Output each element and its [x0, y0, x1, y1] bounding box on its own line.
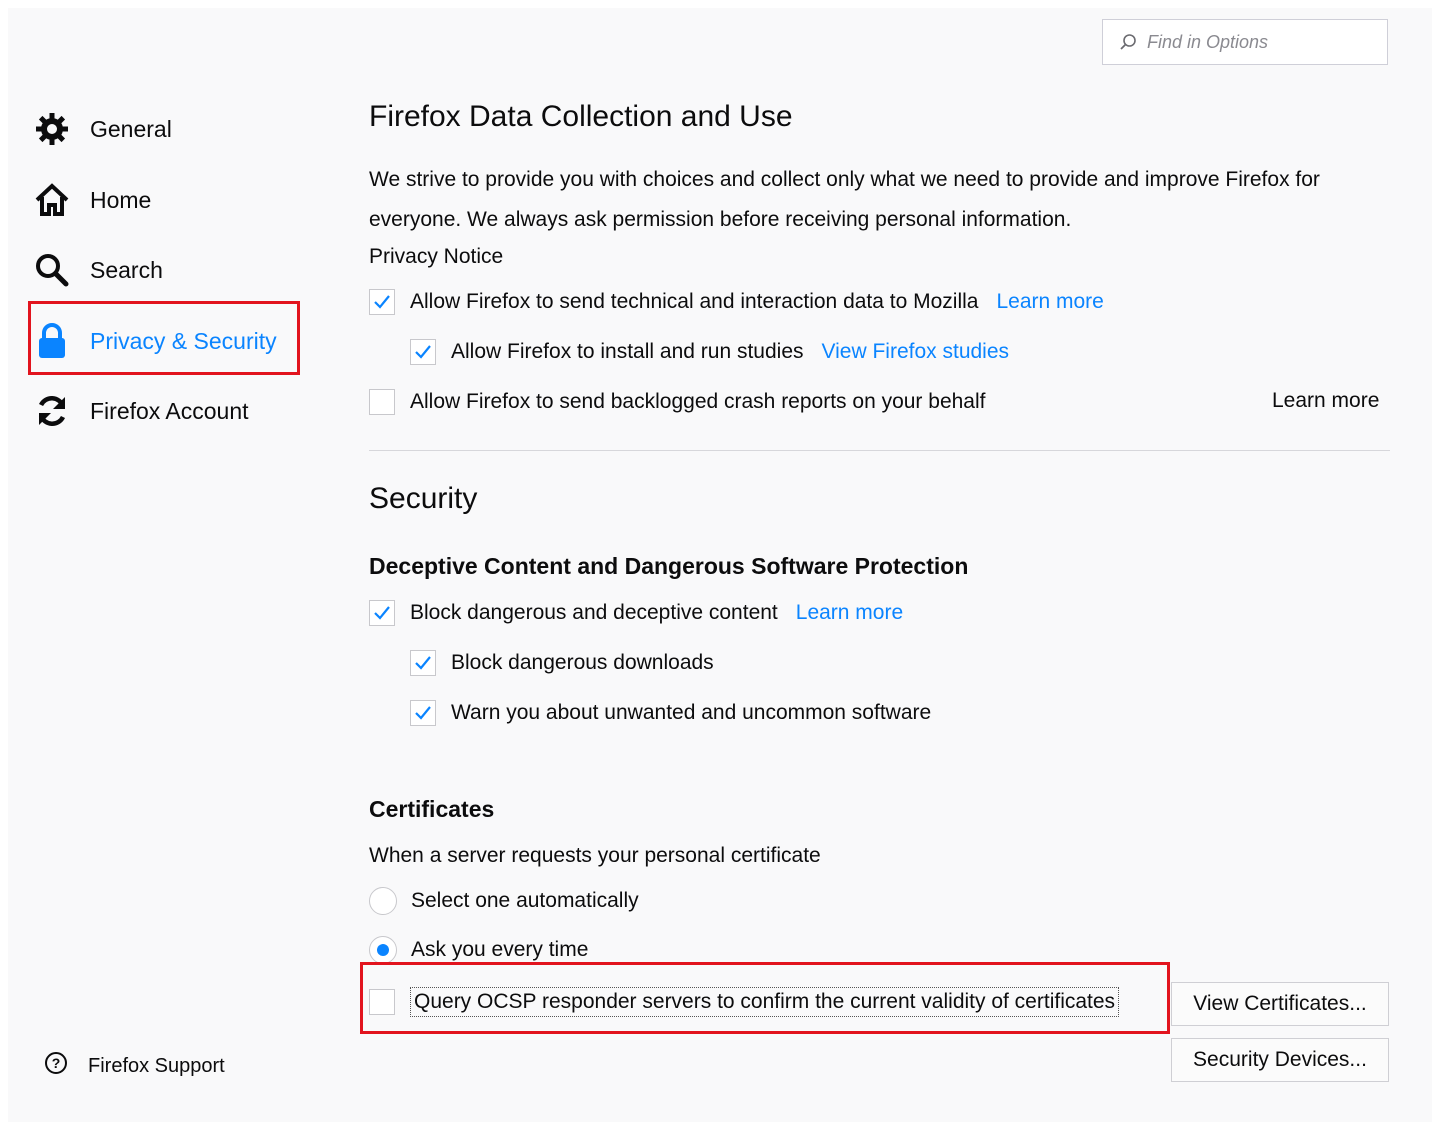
checkmark-icon [374, 295, 390, 309]
sidebar-item-label: Search [90, 256, 163, 283]
sidebar-item-firefox-account[interactable]: Firefox Account [32, 383, 249, 439]
sidebar-item-home[interactable]: Home [32, 172, 151, 228]
view-certificates-button[interactable]: View Certificates... [1171, 982, 1389, 1026]
certificates-description: When a server requests your personal cer… [369, 844, 821, 867]
warn-unwanted-label: Warn you about unwanted and uncommon sof… [451, 701, 932, 724]
checkmark-icon [415, 656, 431, 670]
telemetry-learn-more-link[interactable]: Learn more [996, 290, 1103, 314]
block-deceptive-label: Block dangerous and deceptive content [410, 601, 778, 624]
home-icon [32, 182, 72, 218]
sidebar-item-search[interactable]: Search [32, 242, 163, 298]
view-firefox-studies-link[interactable]: View Firefox studies [822, 340, 1010, 364]
sidebar-item-label: General [90, 115, 172, 142]
warn-unwanted-checkbox[interactable] [410, 700, 436, 726]
radio-select-automatically[interactable]: Select one automatically [369, 887, 639, 915]
block-downloads-label: Block dangerous downloads [451, 651, 714, 674]
svg-text:?: ? [52, 1055, 61, 1071]
support-label: Firefox Support [88, 1054, 225, 1077]
option-block-deceptive: Block dangerous and deceptive content Le… [369, 600, 903, 626]
security-devices-button[interactable]: Security Devices... [1171, 1038, 1389, 1082]
option-block-downloads: Block dangerous downloads [410, 650, 714, 676]
radio-ask-every-time[interactable]: Ask you every time [369, 936, 588, 964]
data-collection-title: Firefox Data Collection and Use [369, 100, 793, 133]
select-automatically-label: Select one automatically [411, 889, 639, 912]
checkmark-icon [415, 345, 431, 359]
selected-item-highlight [28, 301, 300, 375]
find-in-options-box[interactable] [1102, 19, 1388, 65]
option-warn-unwanted: Warn you about unwanted and uncommon sof… [410, 700, 931, 726]
crash-reports-label: Allow Firefox to send backlogged crash r… [410, 390, 986, 413]
preferences-page: General Home Search Privacy & Security [8, 8, 1432, 1122]
option-studies: Allow Firefox to install and run studies… [410, 339, 1009, 365]
block-deceptive-checkbox[interactable] [369, 600, 395, 626]
block-downloads-checkbox[interactable] [410, 650, 436, 676]
sidebar-item-general[interactable]: General [32, 101, 172, 157]
sync-icon [32, 393, 72, 429]
search-icon [1120, 34, 1136, 50]
option-crash-reports: Allow Firefox to send backlogged crash r… [369, 389, 985, 415]
search-icon [32, 252, 72, 288]
ocsp-highlight [360, 962, 1170, 1034]
gear-icon [32, 112, 72, 146]
studies-checkbox[interactable] [410, 339, 436, 365]
crash-reports-learn-more-link[interactable]: Learn more [1272, 389, 1379, 413]
find-in-options-input[interactable] [1145, 30, 1369, 54]
data-collection-description: We strive to provide you with choices an… [369, 168, 1320, 231]
certificates-heading: Certificates [369, 796, 495, 822]
checkmark-icon [415, 706, 431, 720]
security-title: Security [369, 482, 478, 515]
ask-every-time-label: Ask you every time [411, 938, 589, 961]
studies-label: Allow Firefox to install and run studies [451, 340, 804, 363]
checkmark-icon [374, 606, 390, 620]
sidebar-item-label: Firefox Account [90, 397, 249, 424]
firefox-support-link[interactable]: ? Firefox Support [44, 1051, 225, 1081]
option-telemetry: Allow Firefox to send technical and inte… [369, 289, 1104, 315]
privacy-notice-link[interactable]: Privacy Notice [369, 245, 503, 269]
section-divider [369, 450, 1390, 451]
help-icon: ? [44, 1051, 68, 1081]
deceptive-content-heading: Deceptive Content and Dangerous Software… [369, 553, 969, 579]
telemetry-checkbox[interactable] [369, 289, 395, 315]
radio-selected-dot [377, 944, 389, 956]
telemetry-label: Allow Firefox to send technical and inte… [410, 290, 979, 313]
select-automatically-radio[interactable] [369, 887, 397, 915]
crash-reports-checkbox[interactable] [369, 389, 395, 415]
block-deceptive-learn-more-link[interactable]: Learn more [796, 601, 903, 625]
sidebar-item-label: Home [90, 186, 152, 213]
ask-every-time-radio[interactable] [369, 936, 397, 964]
